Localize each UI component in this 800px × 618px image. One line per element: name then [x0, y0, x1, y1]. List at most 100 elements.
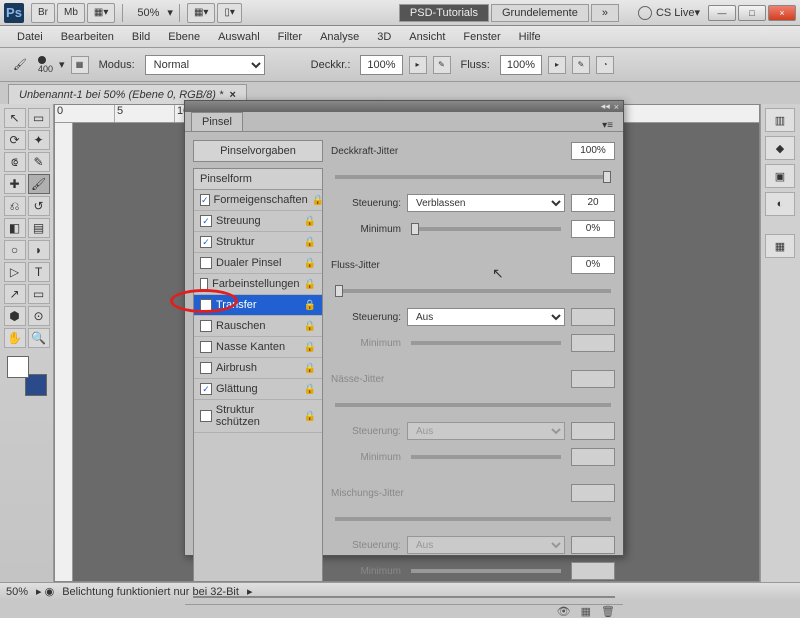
panel-icon[interactable]: ◆ — [765, 136, 795, 160]
status-zoom[interactable]: 50% — [6, 586, 28, 598]
lock-icon[interactable]: 🔒 — [304, 216, 316, 227]
trash-icon[interactable]: 🗑 — [601, 605, 615, 618]
menu-filter[interactable]: Filter — [269, 31, 311, 43]
brush-setting-airbrush[interactable]: Airbrush🔒 — [194, 358, 322, 379]
brush-setting-rauschen[interactable]: Rauschen🔒 — [194, 316, 322, 337]
brush-setting-streuung[interactable]: ✓Streuung🔒 — [194, 211, 322, 232]
brush-setting-glättung[interactable]: ✓Glättung🔒 — [194, 379, 322, 400]
menu-bearbeiten[interactable]: Bearbeiten — [52, 31, 123, 43]
type-tool[interactable]: T — [28, 262, 50, 282]
wand-tool[interactable]: ✦ — [28, 130, 50, 150]
checkbox[interactable]: ✓ — [200, 194, 210, 206]
brushshape-header[interactable]: Pinselform — [194, 169, 322, 190]
workspace-more[interactable]: » — [591, 4, 619, 22]
panel-close-icon[interactable]: × — [614, 102, 619, 112]
new-icon[interactable]: ▦ — [581, 605, 591, 618]
brush-setting-farbeinstellungen[interactable]: Farbeinstellungen🔒 — [194, 274, 322, 295]
lock-icon[interactable]: 🔒 — [304, 363, 316, 374]
control-select[interactable]: Verblassen — [407, 194, 565, 212]
checkbox[interactable] — [200, 257, 212, 269]
checkbox[interactable] — [200, 278, 208, 290]
lock-icon[interactable]: 🔒 — [304, 237, 316, 248]
brush-panel-toggle[interactable]: ▦ — [71, 56, 89, 74]
foreground-color[interactable] — [7, 356, 29, 378]
lock-icon[interactable]: 🔒 — [304, 300, 316, 311]
menu-hilfe[interactable]: Hilfe — [510, 31, 550, 43]
brush-setting-struktur-schützen[interactable]: Struktur schützen🔒 — [194, 400, 322, 433]
panel-icon[interactable]: ▥ — [765, 108, 795, 132]
stamp-tool[interactable]: ⎌ — [4, 196, 26, 216]
checkbox[interactable]: ✓ — [200, 215, 212, 227]
lock-icon[interactable]: 🔒 — [304, 279, 316, 290]
bridge-button[interactable]: Br — [31, 3, 55, 23]
tablet-pressure-size[interactable]: ◔ — [596, 56, 614, 74]
menu-ebene[interactable]: Ebene — [159, 31, 209, 43]
lock-icon[interactable]: 🔒 — [304, 342, 316, 353]
fade-value[interactable]: 20 — [571, 194, 615, 212]
panel-menu-icon[interactable]: ▾≡ — [598, 120, 617, 131]
panel-icon[interactable]: ▦ — [765, 234, 795, 258]
healing-tool[interactable]: ✚ — [4, 174, 26, 194]
hand-tool[interactable]: ✋ — [4, 328, 26, 348]
minimum-slider[interactable] — [411, 227, 561, 231]
viewextras-button[interactable]: ▦▾ — [187, 3, 215, 23]
arrange-button[interactable]: ▯▾ — [217, 3, 242, 23]
checkbox[interactable] — [200, 362, 212, 374]
checkbox[interactable]: ✓ — [200, 383, 212, 395]
zoom-tool[interactable]: 🔍 — [28, 328, 50, 348]
color-swatches[interactable] — [7, 356, 47, 396]
blend-mode-select[interactable]: Normal — [145, 55, 265, 75]
workspace-item[interactable]: Grundelemente — [491, 4, 589, 22]
move-tool[interactable]: ↖ — [4, 108, 26, 128]
collapse-icon[interactable]: ◂◂ — [601, 101, 610, 112]
brush-tool[interactable]: 🖌 — [28, 174, 50, 194]
brush-setting-transfer[interactable]: ✓Transfer🔒 — [194, 295, 322, 316]
screenmode-button[interactable]: ▦▾ — [87, 3, 115, 23]
close-button[interactable]: × — [768, 5, 796, 21]
lasso-tool[interactable]: ⟳ — [4, 130, 26, 150]
menu-auswahl[interactable]: Auswahl — [209, 31, 269, 43]
lock-icon[interactable]: 🔒 — [304, 321, 316, 332]
menu-analyse[interactable]: Analyse — [311, 31, 368, 43]
flow-arrow[interactable]: ▸ — [548, 56, 566, 74]
brush-setting-nasse-kanten[interactable]: Nasse Kanten🔒 — [194, 337, 322, 358]
lock-icon[interactable]: 🔒 — [304, 384, 316, 395]
workspace-item[interactable]: PSD-Tutorials — [399, 4, 489, 22]
history-brush-tool[interactable]: ↺ — [28, 196, 50, 216]
checkbox[interactable]: ✓ — [200, 299, 212, 311]
lock-icon[interactable]: 🔒 — [304, 411, 316, 422]
close-tab-icon[interactable]: × — [229, 89, 235, 101]
flow-control-select[interactable]: Aus — [407, 308, 565, 326]
dodge-tool[interactable]: ◗ — [28, 240, 50, 260]
menu-bild[interactable]: Bild — [123, 31, 159, 43]
zoom-level[interactable]: 50% — [129, 7, 167, 19]
crop-tool[interactable]: ⟃ — [4, 152, 26, 172]
minimum-value[interactable]: 0% — [571, 220, 615, 238]
brush-presets-button[interactable]: Pinselvorgaben — [193, 140, 323, 162]
minimize-button[interactable]: — — [708, 5, 736, 21]
eyedropper-tool[interactable]: ✎ — [28, 152, 50, 172]
lock-icon[interactable]: 🔒 — [304, 258, 316, 269]
menu-fenster[interactable]: Fenster — [454, 31, 509, 43]
checkbox[interactable] — [200, 320, 212, 332]
marquee-tool[interactable]: ▭ — [28, 108, 50, 128]
toggle-icon[interactable]: 👁 — [557, 605, 571, 618]
path-tool[interactable]: ↗ — [4, 284, 26, 304]
lock-icon[interactable]: 🔒 — [312, 195, 324, 206]
3d-tool[interactable]: ⬢ — [4, 306, 26, 326]
menu-datei[interactable]: Datei — [8, 31, 52, 43]
menu-3d[interactable]: 3D — [368, 31, 400, 43]
checkbox[interactable]: ✓ — [200, 236, 212, 248]
opacity-jitter-slider[interactable] — [335, 175, 611, 179]
brush-preset[interactable]: 400 — [38, 56, 53, 74]
tablet-pressure-opacity[interactable]: ✎ — [433, 56, 451, 74]
pen-tool[interactable]: ▷ — [4, 262, 26, 282]
maximize-button[interactable]: □ — [738, 5, 766, 21]
flow-jitter-slider[interactable] — [335, 289, 611, 293]
checkbox[interactable] — [200, 410, 212, 422]
opacity-arrow[interactable]: ▸ — [409, 56, 427, 74]
opacity-jitter-value[interactable]: 100% — [571, 142, 615, 160]
gradient-tool[interactable]: ▤ — [28, 218, 50, 238]
brush-setting-struktur[interactable]: ✓Struktur🔒 — [194, 232, 322, 253]
checkbox[interactable] — [200, 341, 212, 353]
